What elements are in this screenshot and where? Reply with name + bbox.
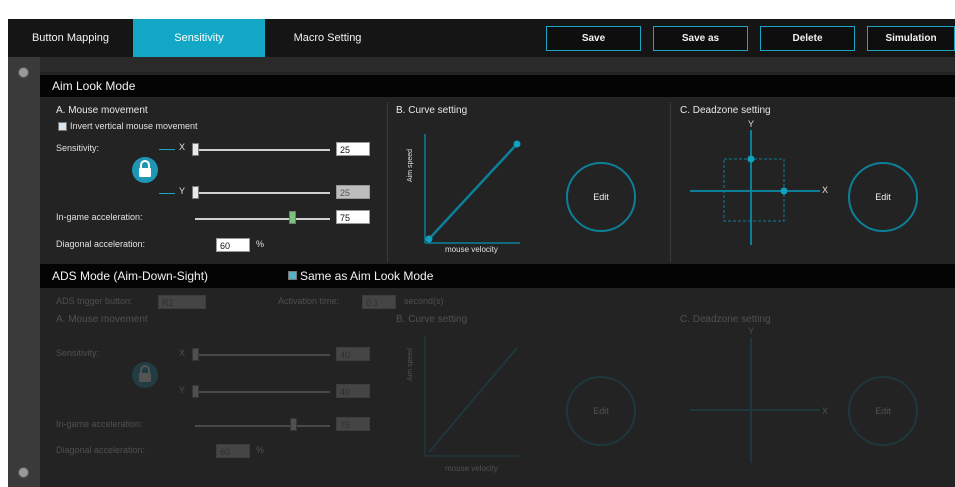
rivet-icon [18, 467, 29, 478]
diagonal-accel-unit: % [256, 239, 265, 249]
ads-release-value[interactable]: 0.1 [362, 295, 396, 309]
curve-edit-button[interactable]: Edit [566, 162, 636, 232]
ads-deadzone-title: C. Deadzone setting [680, 314, 771, 325]
save-button[interactable]: Save [546, 26, 641, 51]
diagonal-accel-value[interactable]: 60 [216, 238, 250, 252]
ads-deadzone-y-label: Y [748, 326, 755, 336]
x-sensitivity-value[interactable]: 25 [336, 142, 370, 156]
ads-y-value[interactable]: 40 [336, 384, 370, 398]
same-as-aim-checkbox[interactable] [288, 271, 297, 280]
accel-value[interactable]: 75 [336, 210, 370, 224]
deadzone-edit-button[interactable]: Edit [848, 162, 918, 232]
aim-look-header: Aim Look Mode [40, 75, 955, 97]
ads-curve-y-label: Aim speed [407, 347, 414, 381]
settings-panel: Aim Look Mode A. Mouse movement Invert v… [40, 72, 955, 487]
x-sensitivity-thumb[interactable] [192, 143, 199, 156]
y-sensitivity-track[interactable] [195, 192, 330, 194]
ads-deadzone-x-label: X [822, 406, 829, 416]
ads-diag-unit: % [256, 445, 265, 455]
rivet-icon [18, 67, 29, 78]
ads-accel-label: In-game acceleration: [56, 419, 143, 429]
ads-title: ADS Mode (Aim-Down-Sight) [52, 269, 209, 283]
ads-accel-thumb[interactable] [290, 418, 297, 431]
ads-x-value[interactable]: 40 [336, 347, 370, 361]
ads-button-select[interactable]: R2 [158, 295, 206, 309]
tab-button-mapping[interactable]: Button Mapping [8, 19, 133, 57]
accel-track[interactable] [195, 218, 330, 220]
curve-graph [424, 134, 521, 244]
mouse-movement-title: A. Mouse movement [56, 105, 148, 116]
curve-y-label: Aim speed [407, 148, 414, 182]
ads-accel-value[interactable]: 75 [336, 417, 370, 431]
y-sensitivity-thumb[interactable] [192, 186, 199, 199]
sensitivity-label: Sensitivity: [56, 143, 100, 153]
ads-deadzone-graph [690, 338, 820, 463]
deadzone-x-label: X [822, 185, 829, 195]
ads-curve-x-label: mouse velocity [445, 464, 498, 473]
deadzone-graph [690, 130, 820, 245]
tab-macro-setting[interactable]: Macro Setting [265, 19, 390, 57]
main-frame: Aim Look Mode A. Mouse movement Invert v… [8, 57, 955, 487]
ads-x-thumb[interactable] [192, 348, 199, 361]
ads-x-label: X [179, 348, 186, 358]
simulation-button[interactable]: Simulation [867, 26, 955, 51]
divider [670, 102, 671, 262]
ads-lock-icon[interactable] [131, 360, 159, 390]
ads-release-unit: second(s) [404, 296, 444, 306]
app-window: Button Mapping Sensitivity Macro Setting… [0, 0, 955, 487]
accel-thumb[interactable] [288, 211, 296, 224]
ingame-accel-label: In-game acceleration: [56, 212, 143, 222]
ads-release-label: Activation time: [278, 296, 340, 306]
ads-deadzone-edit-button[interactable]: Edit [848, 376, 918, 446]
y-sensitivity-value[interactable]: 25 [336, 185, 370, 199]
x-axis-label: X [179, 142, 186, 152]
ads-x-track[interactable] [195, 354, 330, 356]
save-as-button[interactable]: Save as [653, 26, 748, 51]
curve-x-label: mouse velocity [445, 245, 498, 254]
link-line [159, 149, 175, 150]
aim-look-title: Aim Look Mode [52, 79, 136, 93]
link-line [159, 193, 175, 194]
ads-accel-track[interactable] [195, 425, 330, 427]
ads-y-thumb[interactable] [192, 385, 199, 398]
ads-diag-value[interactable]: 60 [216, 444, 250, 458]
ads-curve-title: B. Curve setting [396, 314, 468, 325]
ads-mouse-movement-title: A. Mouse movement [56, 314, 148, 325]
x-sensitivity-track[interactable] [195, 149, 330, 151]
divider [387, 102, 388, 262]
deadzone-y-label: Y [748, 119, 755, 129]
lock-icon[interactable] [131, 155, 159, 185]
ads-button-label: ADS trigger button: [56, 296, 133, 306]
deadzone-setting-title: C. Deadzone setting [680, 105, 771, 116]
ads-sensitivity-label: Sensitivity: [56, 348, 100, 358]
y-axis-label: Y [179, 186, 186, 196]
ads-header: ADS Mode (Aim-Down-Sight) Same as Aim Lo… [40, 264, 955, 288]
tab-sensitivity[interactable]: Sensitivity [133, 19, 265, 57]
delete-button[interactable]: Delete [760, 26, 855, 51]
invert-vertical-label: Invert vertical mouse movement [70, 121, 198, 131]
same-as-aim-label: Same as Aim Look Mode [300, 269, 434, 283]
ads-diag-label: Diagonal acceleration: [56, 445, 146, 455]
ads-curve-graph [424, 336, 520, 457]
left-rail [8, 57, 40, 487]
ads-disabled-area: ADS trigger button: R2 Activation time: … [40, 286, 955, 487]
top-bar: Button Mapping Sensitivity Macro Setting… [8, 19, 955, 57]
ads-curve-edit-button[interactable]: Edit [566, 376, 636, 446]
diagonal-accel-label: Diagonal acceleration: [56, 239, 146, 249]
curve-setting-title: B. Curve setting [396, 105, 468, 116]
ads-y-label: Y [179, 385, 186, 395]
invert-vertical-checkbox[interactable] [58, 122, 67, 131]
ads-y-track[interactable] [195, 391, 330, 393]
